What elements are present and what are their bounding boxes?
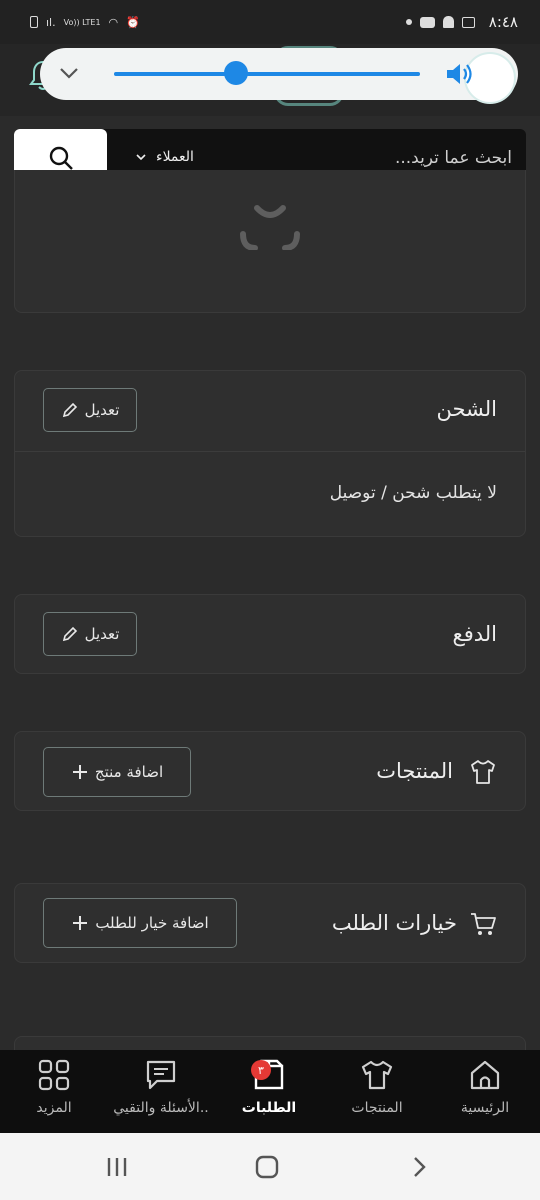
card-divider (15, 451, 525, 452)
payment-card: الدفع تعديل (14, 594, 526, 674)
nav-item-products[interactable]: المنتجات (323, 1058, 431, 1128)
volume-panel (40, 48, 518, 104)
cart-icon (471, 913, 496, 935)
nav-item-questions-reviews[interactable]: الأسئلة والتقيي.. (107, 1058, 215, 1128)
search-filter-select[interactable]: العملاء (122, 143, 222, 171)
status-right: ٨:٤٨ (405, 13, 518, 31)
chevron-down-icon[interactable] (56, 60, 82, 86)
shipping-title: الشحن (436, 397, 497, 421)
shipping-edit-label: تعديل (84, 401, 120, 419)
grid-icon (38, 1059, 70, 1091)
network-label: Vo)) LTE1 (63, 17, 101, 27)
battery-icon (30, 16, 38, 28)
nav-item-more[interactable]: المزيد (0, 1058, 108, 1128)
pencil-icon (62, 626, 77, 642)
signal-icon: ıl. (46, 15, 56, 29)
add-order-option-button[interactable]: اضافة خيار للطلب (43, 898, 237, 948)
gallery-icon (461, 16, 475, 28)
shipping-edit-button[interactable]: تعديل (43, 388, 137, 432)
system-nav-bar (0, 1133, 540, 1200)
customer-card (14, 170, 526, 313)
back-icon[interactable] (404, 1153, 434, 1181)
message-icon (419, 16, 435, 28)
tshirt-icon (361, 1060, 393, 1090)
notification-bell-icon (442, 16, 454, 28)
bottom-nav: الرئيسية المنتجات ٣ الطلبات الأسئلة والت… (0, 1050, 540, 1133)
nav-item-home[interactable]: الرئيسية (431, 1058, 539, 1128)
recent-apps-icon[interactable] (102, 1153, 132, 1181)
empty-avatar-icon (240, 205, 300, 250)
chat-icon (146, 1060, 176, 1090)
nav-label-products: المنتجات (351, 1100, 403, 1116)
volume-slider-thumb[interactable] (224, 61, 248, 85)
status-left: ıl. Vo)) LTE1 ◠ ⏰ (30, 16, 140, 29)
nav-label-orders: الطلبات (241, 1100, 297, 1116)
plus-icon (72, 765, 87, 779)
nav-item-orders[interactable]: ٣ الطلبات (215, 1058, 323, 1128)
alarm-icon: ⏰ (126, 15, 140, 29)
nav-label-home: الرئيسية (460, 1100, 510, 1116)
plus-icon (73, 916, 88, 930)
add-product-button[interactable]: اضافة منتج (43, 747, 191, 797)
home-button-icon[interactable] (252, 1153, 282, 1181)
nav-label-more: المزيد (36, 1100, 72, 1116)
add-product-label: اضافة منتج (94, 763, 164, 781)
home-icon (470, 1060, 500, 1090)
products-title: المنتجات (376, 759, 453, 783)
status-bar: ıl. Vo)) LTE1 ◠ ⏰ ٨:٤٨ (0, 0, 540, 44)
add-order-option-label: اضافة خيار للطلب (95, 914, 209, 932)
search-filter-label: العملاء (156, 149, 194, 165)
order-options-title: خيارات الطلب (331, 911, 457, 935)
payment-edit-label: تعديل (84, 625, 120, 643)
payment-edit-button[interactable]: تعديل (43, 612, 137, 656)
volume-track-fill (114, 72, 420, 76)
status-time: ٨:٤٨ (488, 13, 518, 31)
chevron-down-icon (136, 154, 146, 161)
search-icon (49, 146, 73, 170)
pencil-icon (62, 402, 77, 418)
orders-badge: ٣ (251, 1060, 271, 1080)
shipping-status-text: لا يتطلب شحن / توصيل (329, 483, 497, 503)
order-options-card: خيارات الطلب اضافة خيار للطلب (14, 883, 526, 963)
payment-title: الدفع (452, 622, 497, 646)
products-card: المنتجات اضافة منتج (14, 731, 526, 811)
tshirt-icon (471, 760, 495, 784)
nav-label-questions-reviews: الأسئلة والتقيي.. (113, 1100, 209, 1116)
shipping-card: الشحن تعديل لا يتطلب شحن / توصيل (14, 370, 526, 537)
speaker-icon[interactable] (444, 60, 474, 88)
notification-dot-icon (405, 19, 412, 25)
wifi-icon: ◠ (108, 15, 119, 29)
